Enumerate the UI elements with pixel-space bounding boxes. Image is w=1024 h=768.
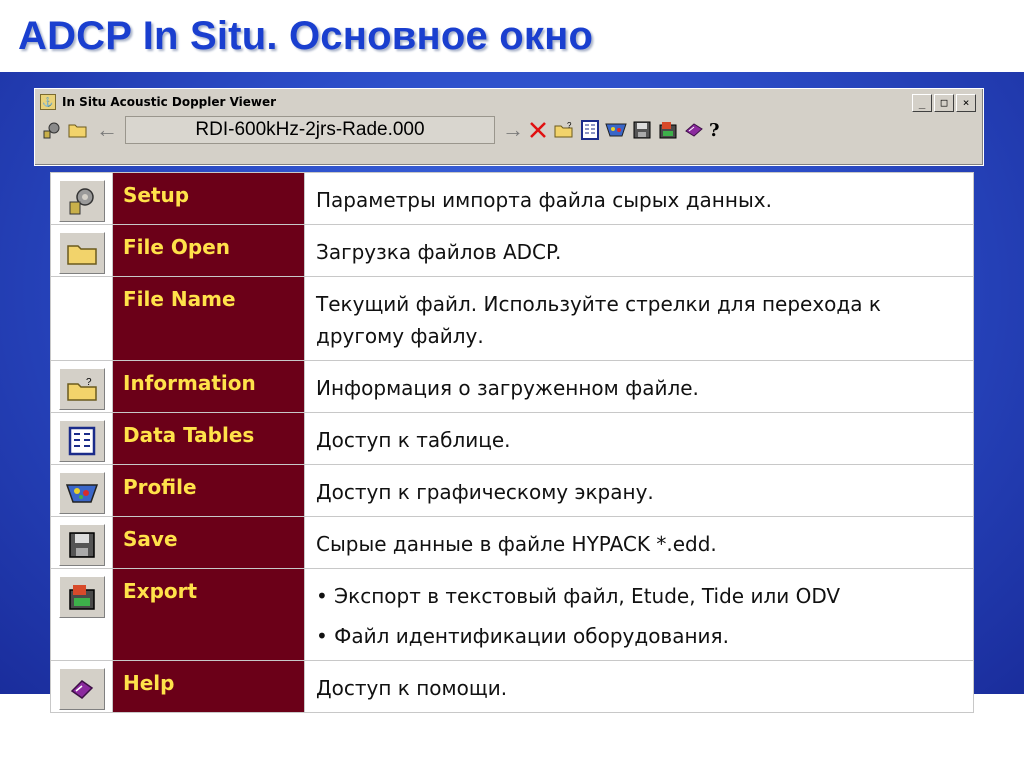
- bullet-text: Экспорт в текстовый файл, Etude, Tide ил…: [334, 584, 841, 608]
- information-folder-icon: ?: [58, 368, 105, 410]
- app-icon: ⚓: [40, 94, 56, 110]
- row-description: Доступ к помощи.: [304, 660, 974, 713]
- row-description: • Экспорт в текстовый файл, Etude, Tide …: [304, 568, 974, 661]
- toolbar: ← RDI-600kHz-2jrs-Rade.000 → ? ?: [41, 115, 977, 145]
- information-folder-icon[interactable]: ?: [553, 119, 575, 141]
- next-file-arrow-icon[interactable]: →: [502, 117, 524, 143]
- row-name: Setup: [112, 172, 305, 225]
- table-row: Profile Доступ к графическому экрану.: [50, 464, 974, 517]
- data-tables-icon: [58, 420, 105, 462]
- row-name: Profile: [112, 464, 305, 517]
- row-name: Information: [112, 360, 305, 413]
- help-book-icon[interactable]: [683, 119, 705, 141]
- table-row: Help Доступ к помощи.: [50, 660, 974, 713]
- table-row: Setup Параметры импорта файла сырых данн…: [50, 172, 974, 225]
- help-book-icon: [58, 668, 105, 710]
- row-name: Export: [112, 568, 305, 661]
- bullet-text: Файл идентификации оборудования.: [334, 624, 729, 648]
- file-name-field[interactable]: RDI-600kHz-2jrs-Rade.000: [125, 116, 495, 144]
- row-description: Сырые данные в файле HYPACK *.edd.: [304, 516, 974, 569]
- svg-text:?: ?: [567, 121, 572, 130]
- maximize-button[interactable]: □: [934, 94, 954, 112]
- help-question-button[interactable]: ?: [709, 120, 720, 141]
- table-row: Data Tables Доступ к таблице.: [50, 412, 974, 465]
- table-row: ? Information Информация о загруженном ф…: [50, 360, 974, 413]
- table-row: File Name Текущий файл. Используйте стре…: [50, 276, 974, 361]
- data-tables-icon[interactable]: [579, 119, 601, 141]
- window-titlebar: ⚓ In Situ Acoustic Doppler Viewer _ □ ×: [38, 92, 980, 112]
- folder-open-icon[interactable]: [67, 119, 89, 141]
- setup-icon: [58, 180, 105, 222]
- folder-open-icon: [58, 232, 105, 274]
- row-name: Help: [112, 660, 305, 713]
- table-row: File Open Загрузка файлов ADCP.: [50, 224, 974, 277]
- row-name: Data Tables: [112, 412, 305, 465]
- row-description: Параметры импорта файла сырых данных.: [304, 172, 974, 225]
- row-name: Save: [112, 516, 305, 569]
- save-icon[interactable]: [631, 119, 653, 141]
- minimize-button[interactable]: _: [912, 94, 932, 112]
- bullet-item: • Файл идентификации оборудования.: [316, 624, 729, 648]
- table-row: Export • Экспорт в текстовый файл, Etude…: [50, 568, 974, 661]
- window-title: In Situ Acoustic Doppler Viewer: [62, 95, 277, 109]
- row-description: Информация о загруженном файле.: [304, 360, 974, 413]
- row-description: Текущий файл. Используйте стрелки для пе…: [304, 276, 974, 361]
- svg-text:?: ?: [86, 377, 92, 388]
- close-button[interactable]: ×: [956, 94, 976, 112]
- features-table: Setup Параметры импорта файла сырых данн…: [50, 172, 974, 713]
- setup-icon[interactable]: [41, 119, 63, 141]
- row-description: Доступ к графическому экрану.: [304, 464, 974, 517]
- slide-title: ADCP In Situ. Основное окно: [18, 14, 594, 58]
- row-name: File Open: [112, 224, 305, 277]
- export-icon[interactable]: [657, 119, 679, 141]
- app-window: ⚓ In Situ Acoustic Doppler Viewer _ □ × …: [34, 88, 984, 166]
- profile-icon[interactable]: [605, 119, 627, 141]
- row-description: Доступ к таблице.: [304, 412, 974, 465]
- export-icon: [58, 576, 105, 618]
- save-icon: [58, 524, 105, 566]
- profile-icon: [58, 472, 105, 514]
- row-name: File Name: [112, 276, 305, 361]
- bullet-item: • Экспорт в текстовый файл, Etude, Tide …: [316, 584, 841, 608]
- table-row: Save Сырые данные в файле HYPACK *.edd.: [50, 516, 974, 569]
- row-description: Загрузка файлов ADCP.: [304, 224, 974, 277]
- delete-x-icon[interactable]: [527, 119, 549, 141]
- previous-file-arrow-icon[interactable]: ←: [96, 117, 118, 143]
